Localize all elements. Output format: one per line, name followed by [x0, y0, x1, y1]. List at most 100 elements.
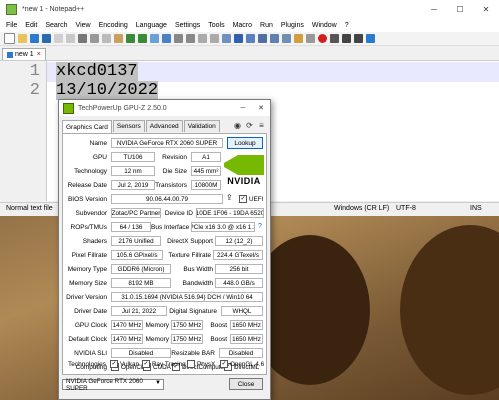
release-date-label: Release Date — [67, 182, 107, 189]
run-macro-multiple-icon[interactable] — [354, 34, 363, 43]
indent-guide-icon[interactable] — [246, 34, 255, 43]
driver-version-label: Driver Version — [66, 294, 107, 301]
gpuz-tool-icons: ◉ ⟳ ≡ — [230, 121, 266, 130]
minimize-icon[interactable]: ─ — [234, 100, 252, 116]
memory-size-field: 8192 MB — [111, 278, 171, 288]
menu-edit[interactable]: Edit — [25, 22, 37, 29]
minimize-icon[interactable]: ─ — [421, 0, 447, 18]
find-icon[interactable] — [150, 34, 159, 43]
subvendor-label: Subvendor — [75, 210, 107, 217]
menu-view[interactable]: View — [76, 22, 91, 29]
zoom-out-icon[interactable] — [186, 34, 195, 43]
menu-icon[interactable]: ≡ — [257, 121, 266, 130]
rops-field: 64 / 136 — [111, 222, 151, 232]
nvidia-sli-field: Disabled — [111, 348, 171, 358]
digital-signature-field: WHQL — [221, 306, 263, 316]
status-filetype: Normal text file — [6, 205, 53, 212]
copy-icon[interactable] — [102, 34, 111, 43]
stop-macro-icon[interactable] — [330, 34, 339, 43]
memory-type-field: GDDR6 (Micron) — [111, 264, 171, 274]
close-file-icon[interactable] — [54, 34, 63, 43]
editor-line[interactable]: 13/10/2022 — [56, 81, 159, 100]
gpu-select-dropdown[interactable]: NVIDIA GeForce RTX 2060 SUPER ▼ — [62, 378, 164, 392]
bus-help-icon[interactable]: ? — [258, 223, 262, 230]
gpu-clock-field: 1470 MHz — [111, 320, 143, 330]
status-ins: INS — [470, 205, 482, 212]
menu-help[interactable]: ? — [345, 22, 349, 29]
close-icon[interactable]: ✕ — [252, 100, 270, 116]
print-icon[interactable] — [78, 34, 87, 43]
physx-checkbox: PhysX — [187, 360, 215, 368]
word-wrap-icon[interactable] — [222, 34, 231, 43]
refresh-icon[interactable]: ⟳ — [245, 121, 254, 130]
technology-label: Technology — [74, 168, 107, 175]
notepad-app-icon — [6, 3, 17, 15]
close-all-icon[interactable] — [66, 34, 75, 43]
record-macro-icon[interactable] — [318, 34, 327, 43]
tab-close-icon[interactable]: × — [37, 51, 41, 58]
play-macro-icon[interactable] — [342, 34, 351, 43]
undo-icon[interactable] — [126, 34, 135, 43]
replace-icon[interactable] — [162, 34, 171, 43]
gpuz-app-icon — [63, 102, 74, 114]
folder-workspace-icon[interactable] — [294, 34, 303, 43]
maximize-icon[interactable]: ☐ — [447, 0, 473, 18]
menu-plugins[interactable]: Plugins — [281, 22, 304, 29]
gpu-clock-boost-label: Boost — [210, 322, 227, 329]
menu-tools[interactable]: Tools — [208, 22, 224, 29]
new-file-icon[interactable] — [4, 33, 15, 44]
release-date-field: Jul 2, 2019 — [111, 180, 155, 190]
function-list-icon[interactable] — [282, 34, 291, 43]
menu-language[interactable]: Language — [136, 22, 167, 29]
paste-icon[interactable] — [114, 34, 123, 43]
menu-encoding[interactable]: Encoding — [99, 22, 128, 29]
save-macro-icon[interactable] — [366, 34, 375, 43]
menu-search[interactable]: Search — [45, 22, 67, 29]
tab-advanced[interactable]: Advanced — [145, 120, 183, 132]
default-clock-boost-field: 1650 MHz — [230, 334, 263, 344]
close-button[interactable]: Close — [229, 378, 263, 390]
cut-icon[interactable] — [90, 34, 99, 43]
status-eol: Windows (CR LF) — [334, 205, 390, 212]
gpu-field: TU106 — [111, 152, 155, 162]
menu-settings[interactable]: Settings — [175, 22, 200, 29]
share-icon[interactable]: ⇪ — [226, 193, 233, 202]
save-all-icon[interactable] — [42, 34, 51, 43]
close-icon[interactable]: ✕ — [473, 0, 499, 18]
notepad-titlebar: *new 1 - Notepad++ ─ ☐ ✕ — [0, 0, 499, 18]
menu-macro[interactable]: Macro — [233, 22, 252, 29]
tab-validation[interactable]: Validation — [183, 120, 220, 132]
gpuz-title: TechPowerUp GPU-Z 2.50.0 — [78, 104, 167, 112]
menu-window[interactable]: Window — [312, 22, 337, 29]
udl-icon[interactable] — [258, 34, 267, 43]
bus-width-label: Bus Width — [183, 266, 213, 273]
menu-file[interactable]: File — [6, 22, 17, 29]
vulkan-label: Vulkan — [120, 360, 140, 368]
show-all-chars-icon[interactable] — [234, 34, 243, 43]
monitoring-icon[interactable] — [306, 34, 315, 43]
menu-run[interactable]: Run — [260, 22, 273, 29]
open-file-icon[interactable] — [18, 34, 27, 43]
menu-bar: File Edit Search View Encoding Language … — [0, 18, 499, 32]
toolbar — [0, 32, 499, 46]
nvidia-logo-text: NVIDIA — [227, 176, 261, 186]
editor-line[interactable]: xkcd0137 — [56, 62, 138, 81]
driver-date-label: Driver Date — [74, 308, 107, 315]
directx-label: DirectX Support — [167, 238, 213, 245]
revision-label: Revision — [162, 154, 187, 161]
rops-label: ROPs/TMUs — [70, 224, 107, 231]
tab-sensors[interactable]: Sensors — [112, 120, 145, 132]
sync-h-icon[interactable] — [210, 34, 219, 43]
doc-map-icon[interactable] — [270, 34, 279, 43]
gpu-clock-label: GPU Clock — [74, 322, 107, 329]
redo-icon[interactable] — [138, 34, 147, 43]
lookup-button[interactable]: Lookup — [227, 137, 263, 149]
camera-icon[interactable]: ◉ — [233, 121, 242, 130]
uefi-label: UEFI — [249, 195, 264, 203]
save-icon[interactable] — [30, 34, 39, 43]
zoom-in-icon[interactable] — [174, 34, 183, 43]
tab-new-1[interactable]: new 1 × — [2, 48, 46, 60]
line-text: 13/10/2022 — [56, 81, 159, 100]
sync-v-icon[interactable] — [198, 34, 207, 43]
tab-graphics-card[interactable]: Graphics Card — [62, 120, 112, 133]
